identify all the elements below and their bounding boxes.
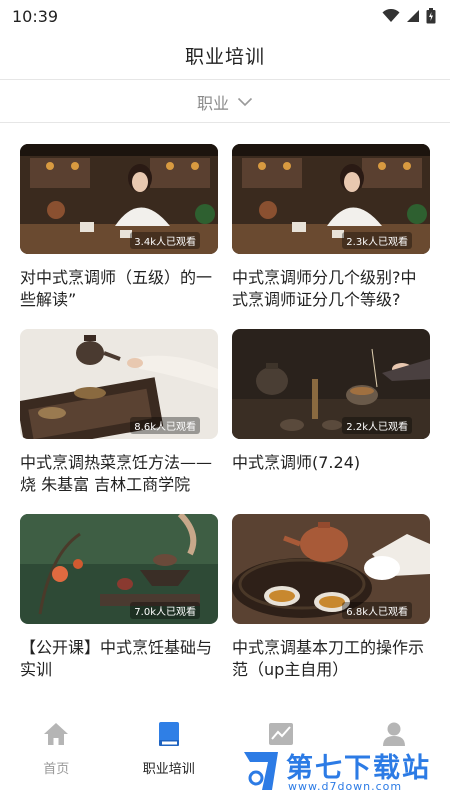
battery-icon: [426, 8, 436, 24]
course-title: 中式烹调师(7.24): [232, 453, 361, 472]
tab-label: 首页: [43, 762, 70, 777]
site-watermark: 第七下载站 www.d7down.com: [242, 746, 442, 796]
watermark-logo: [244, 752, 278, 790]
filter-label: 职业: [196, 93, 229, 113]
course-title: 【公开课】中式烹饪基础与实训: [20, 638, 213, 679]
page-title: 职业培训: [184, 46, 265, 68]
views-badge: 8.6k人已观看: [130, 417, 200, 434]
book-icon: [155, 720, 183, 748]
course-title: 中式烹调师分几个级别?中式烹调师证分几个等级?: [232, 268, 417, 309]
views-badge: 2.2k人已观看: [342, 417, 412, 434]
category-filter-dropdown[interactable]: 职业: [0, 81, 450, 123]
views-badge: 2.3k人已观看: [342, 232, 412, 249]
course-title: 中式烹调热菜烹饪方法——烧 朱基富 吉林工商学院: [20, 453, 213, 494]
course-title: 对中式烹调师（五级）的一些解读”: [20, 268, 213, 309]
home-icon: [42, 720, 70, 748]
tab-career-training[interactable]: 职业培训: [113, 712, 226, 800]
course-title: 中式烹调基本刀工的操作示范（up主自用）: [232, 638, 425, 679]
tab-home[interactable]: 首页: [0, 712, 113, 800]
views-badge: 3.4k人已观看: [130, 232, 200, 249]
watermark-url: www.d7down.com: [288, 780, 403, 793]
status-time: 10:39: [12, 6, 59, 26]
user-icon: [380, 720, 408, 748]
chevron-down-icon: [237, 97, 253, 106]
tab-label: 职业培训: [142, 762, 195, 777]
signal-icon: [407, 10, 419, 22]
title-bar: 职业培训: [0, 32, 450, 80]
views-badge: 6.8k人已观看: [342, 602, 412, 619]
wifi-icon: [382, 9, 400, 22]
chart-icon: [267, 720, 295, 748]
status-icons: [382, 8, 436, 24]
status-bar: 10:39: [0, 0, 450, 32]
views-badge: 7.0k人已观看: [130, 602, 200, 619]
